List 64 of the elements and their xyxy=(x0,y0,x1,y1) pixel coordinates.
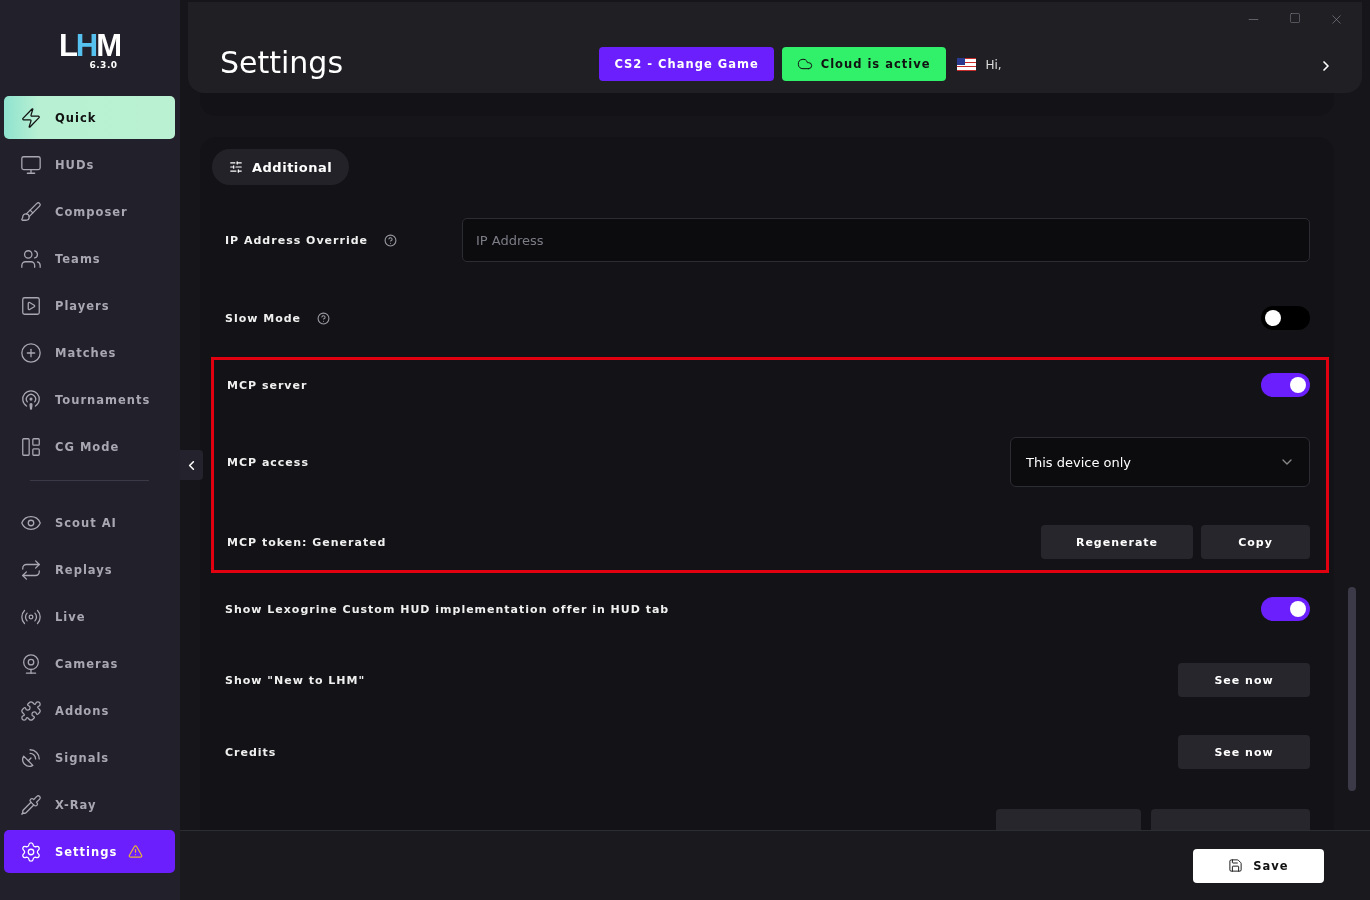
save-button[interactable]: Save xyxy=(1193,848,1324,883)
toggle-switch[interactable] xyxy=(1261,597,1310,621)
settings-icon xyxy=(20,840,42,863)
action-button[interactable]: See now xyxy=(1178,663,1310,697)
repeat-icon xyxy=(20,558,42,581)
nav-item[interactable]: Signals xyxy=(4,736,175,779)
nav-item[interactable]: HUDs xyxy=(4,143,175,186)
action-button[interactable]: Copy xyxy=(1201,525,1310,559)
app-logo: LHM xyxy=(58,32,121,60)
pipette-icon xyxy=(20,793,42,816)
nav-item[interactable]: Players xyxy=(4,284,175,327)
layout-icon xyxy=(20,435,42,458)
broadcast-icon xyxy=(20,388,42,411)
satellite-dish-icon xyxy=(20,746,42,769)
sliders-icon xyxy=(229,160,243,174)
collapse-button[interactable] xyxy=(180,450,203,480)
plus-circle-icon xyxy=(20,341,42,364)
change-game-button[interactable]: CS2 - Change Game xyxy=(599,47,774,81)
nav-item[interactable]: Replays xyxy=(4,548,175,591)
section-title: Additional xyxy=(212,149,350,185)
monitor-icon xyxy=(20,153,42,176)
cloud-icon xyxy=(796,56,813,72)
setting-label: Slow Mode xyxy=(225,311,302,325)
setting-label: Credits xyxy=(225,745,277,759)
setting-label: MCP access xyxy=(227,455,309,469)
nav-item[interactable]: Tournaments xyxy=(4,378,175,421)
access-dropdown[interactable]: This device only xyxy=(1010,437,1310,487)
app-version: 6.3.0 xyxy=(89,60,118,70)
help-icon[interactable] xyxy=(384,233,397,247)
nav-item[interactable]: Scout AI xyxy=(4,501,175,544)
close-icon[interactable] xyxy=(1329,12,1344,27)
toggle-switch[interactable] xyxy=(1261,373,1310,397)
setting-label: MCP token: Generated xyxy=(227,535,387,549)
people-icon xyxy=(20,247,42,270)
nav-item[interactable]: X-Ray xyxy=(4,783,175,826)
nav-item[interactable]: Composer xyxy=(4,190,175,233)
nav-item[interactable]: Live xyxy=(4,595,175,638)
flag-icon xyxy=(956,58,976,71)
setting-label: IP Address Override xyxy=(225,233,368,247)
cloud-status-button[interactable]: Cloud is active xyxy=(781,47,946,81)
nav-item[interactable]: Teams xyxy=(4,237,175,280)
setting-label: Show "New to LHM" xyxy=(225,673,366,687)
brush-icon xyxy=(20,200,42,223)
setting-label: MCP server xyxy=(227,378,308,392)
nav-item[interactable]: Addons xyxy=(4,689,175,732)
nav-item[interactable]: Matches xyxy=(4,331,175,374)
toggle-switch[interactable] xyxy=(1261,306,1310,330)
setting-label: Show Lexogrine Custom HUD implementation offer in HUD tab xyxy=(225,602,670,616)
help-icon[interactable] xyxy=(317,311,331,325)
action-button[interactable]: See now xyxy=(1178,735,1310,769)
greeting-text: Hi, xyxy=(985,58,1002,72)
lightning-icon xyxy=(20,106,42,129)
scrollbar-thumb[interactable] xyxy=(1348,587,1356,791)
nav-item[interactable]: Settings xyxy=(4,830,175,873)
nav-item[interactable]: Quick xyxy=(4,96,175,139)
nav-item[interactable]: CG Mode xyxy=(4,425,175,468)
webcam-icon xyxy=(20,652,42,675)
play-frame-icon xyxy=(20,294,42,317)
action-button[interactable]: Regenerate xyxy=(1041,525,1193,559)
puzzle-icon xyxy=(20,699,42,722)
ip-address-field[interactable]: IP Address xyxy=(462,218,1310,262)
page-title: Settings xyxy=(220,44,344,82)
nav-item[interactable]: Cameras xyxy=(4,642,175,685)
save-icon xyxy=(1228,858,1244,873)
